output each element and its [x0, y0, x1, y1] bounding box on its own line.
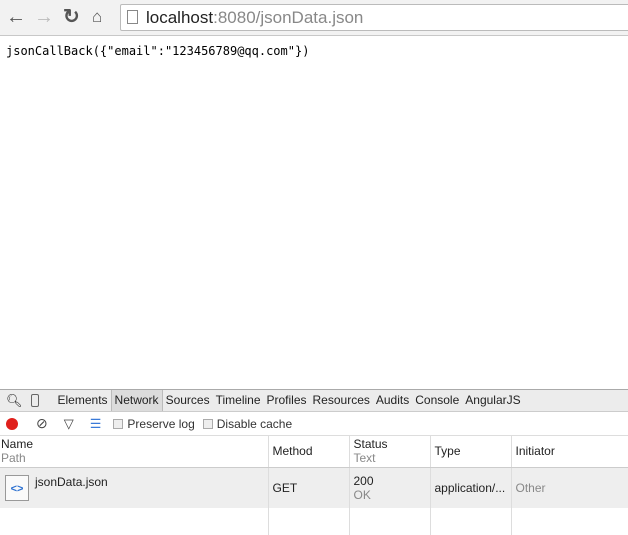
tab-timeline[interactable]: Timeline	[213, 390, 264, 411]
tab-angularjs[interactable]: AngularJS	[462, 390, 523, 411]
tab-network[interactable]: Network	[110, 390, 163, 411]
filter-icon[interactable]: ▽	[64, 416, 74, 432]
back-button[interactable]: ←	[6, 6, 26, 28]
col-type[interactable]: Type	[430, 436, 512, 468]
table-row[interactable]: <> jsonData.json GET 200 OK application/..…	[0, 467, 628, 508]
record-icon[interactable]	[6, 417, 18, 430]
devtools-tabs: 🔍︎ Elements Network Sources Timeline Pro…	[0, 389, 628, 412]
home-button[interactable]: ⌂	[92, 6, 102, 28]
json-file-icon: <>	[5, 474, 29, 501]
empty-row	[0, 508, 628, 535]
preserve-log-label: Preserve log	[127, 416, 195, 431]
forward-button[interactable]: →	[34, 6, 54, 28]
disable-cache-checkbox[interactable]: Disable cache	[202, 416, 293, 431]
tab-console[interactable]: Console	[412, 390, 462, 411]
disable-cache-label: Disable cache	[216, 416, 293, 431]
request-name[interactable]: jsonData.json	[35, 475, 108, 489]
request-status: 200 OK	[349, 467, 431, 508]
tab-elements[interactable]: Elements	[55, 390, 111, 411]
tab-audits[interactable]: Audits	[373, 390, 412, 411]
request-initiator: Other	[511, 467, 628, 508]
list-view-icon[interactable]: ☰	[90, 416, 102, 432]
page-content: jsonCallBack({"email":"123456789@qq.com"…	[6, 44, 310, 58]
tab-resources[interactable]: Resources	[310, 390, 373, 411]
browser-toolbar: ← → ↻ ⌂ localhost:8080/jsonData.json	[0, 0, 628, 36]
preserve-log-checkbox[interactable]: Preserve log	[113, 416, 195, 431]
url-host: localhost	[146, 8, 214, 27]
device-mode-icon[interactable]	[30, 394, 39, 407]
reload-button[interactable]: ↻	[63, 6, 80, 28]
network-table: Name Path Method Status Text Type Initiato…	[0, 436, 628, 535]
col-name[interactable]: Name Path	[0, 436, 269, 468]
page-icon	[127, 10, 138, 24]
network-toolbar: ⊘ ▽ ☰ Preserve log Disable cache	[0, 412, 628, 436]
request-type: application/...	[430, 467, 512, 508]
request-method: GET	[268, 467, 350, 508]
search-icon[interactable]: 🔍︎	[6, 393, 23, 409]
tab-profiles[interactable]: Profiles	[264, 390, 310, 411]
col-method[interactable]: Method	[268, 436, 350, 468]
tab-sources[interactable]: Sources	[163, 390, 213, 411]
devtools-panel: 🔍︎ Elements Network Sources Timeline Pro…	[0, 389, 628, 535]
col-initiator[interactable]: Initiator	[511, 436, 628, 468]
clear-icon[interactable]: ⊘	[36, 415, 48, 432]
address-bar[interactable]: localhost:8080/jsonData.json	[120, 4, 628, 31]
url-path: :8080/jsonData.json	[213, 8, 364, 27]
col-status[interactable]: Status Text	[349, 436, 431, 468]
